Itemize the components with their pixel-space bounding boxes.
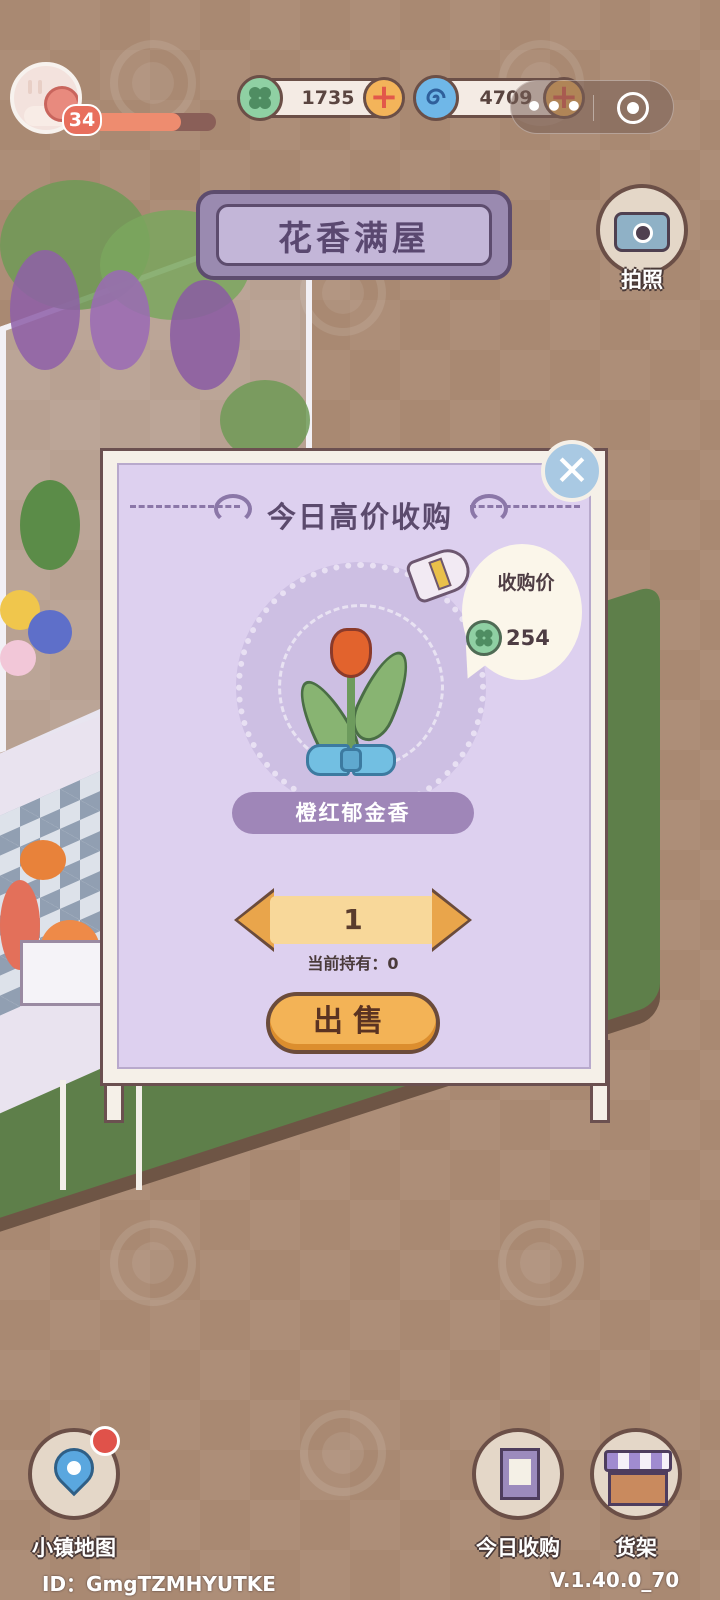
clover-currency: 1735 + — [237, 75, 405, 121]
clover-amount: 1735 — [301, 87, 355, 109]
camera-lens-icon — [633, 223, 653, 243]
wisteria-flowers — [10, 250, 80, 370]
town-map-label: 小镇地图 — [32, 1536, 116, 1560]
sun-pattern — [300, 1410, 386, 1496]
clover-icon — [466, 620, 502, 656]
wisteria-flowers — [90, 270, 150, 370]
snail-antenna — [28, 80, 32, 94]
more-menu-button[interactable]: ••• — [525, 81, 585, 133]
tulip-stem — [347, 668, 355, 748]
player-id: ID：GmgTZMHYUTKE — [42, 1572, 276, 1596]
purchase-board-icon — [500, 1448, 540, 1500]
swirl-icon — [413, 75, 459, 121]
capsule-close-button[interactable] — [617, 92, 649, 124]
purchase-price-label: 收购价 — [497, 572, 555, 594]
owned-count: 当前持有：0 — [307, 954, 399, 973]
close-dialog-button[interactable]: ✕ — [541, 440, 603, 502]
ribbon-bow-knot — [340, 748, 362, 772]
snail-antenna — [38, 80, 42, 94]
add-clover-button[interactable]: + — [363, 77, 405, 119]
shelf-label: 货架 — [615, 1536, 657, 1560]
camera-label: 拍照 — [621, 268, 663, 292]
camera-icon — [614, 212, 670, 252]
stall-icon — [608, 1472, 668, 1506]
orange-flowers — [20, 840, 66, 880]
shelf-button[interactable] — [590, 1428, 682, 1520]
tulip-head — [330, 628, 372, 678]
title-plaque: 花香满屋 — [196, 190, 512, 280]
dialog-title: 今日高价收购 — [266, 500, 453, 534]
today-purchase-button[interactable] — [472, 1428, 564, 1520]
miniprogram-capsule: ••• — [510, 80, 674, 134]
clover-icon — [237, 75, 283, 121]
title-plaque-inner: 花香满屋 — [216, 204, 492, 266]
xp-bar-fill — [92, 113, 182, 131]
purchase-price-value: 254 — [506, 626, 550, 650]
shop-easel-sign — [60, 1080, 142, 1190]
shop-title: 花香满屋 — [278, 219, 430, 259]
decrease-quantity-button[interactable] — [238, 892, 274, 948]
pink-flowers — [0, 640, 36, 676]
today-purchase-label: 今日收购 — [476, 1536, 560, 1560]
stall-roof-icon — [604, 1450, 672, 1472]
item-name: 橙红郁金香 — [232, 792, 474, 834]
wisteria-flowers — [170, 280, 240, 390]
capsule-divider — [593, 95, 594, 121]
quantity-value: 1 — [270, 896, 436, 944]
sell-button[interactable]: 出售 — [266, 992, 440, 1054]
increase-quantity-button[interactable] — [432, 892, 468, 948]
camera-button[interactable] — [596, 184, 688, 276]
version-label: V.1.40.0_70 — [550, 1568, 680, 1592]
blue-flowers — [28, 610, 72, 654]
level-badge: 34 — [62, 104, 102, 136]
megaphone-band — [428, 557, 452, 591]
board-card — [509, 1459, 531, 1485]
xp-bar — [92, 113, 216, 131]
notification-dot — [90, 1426, 120, 1456]
